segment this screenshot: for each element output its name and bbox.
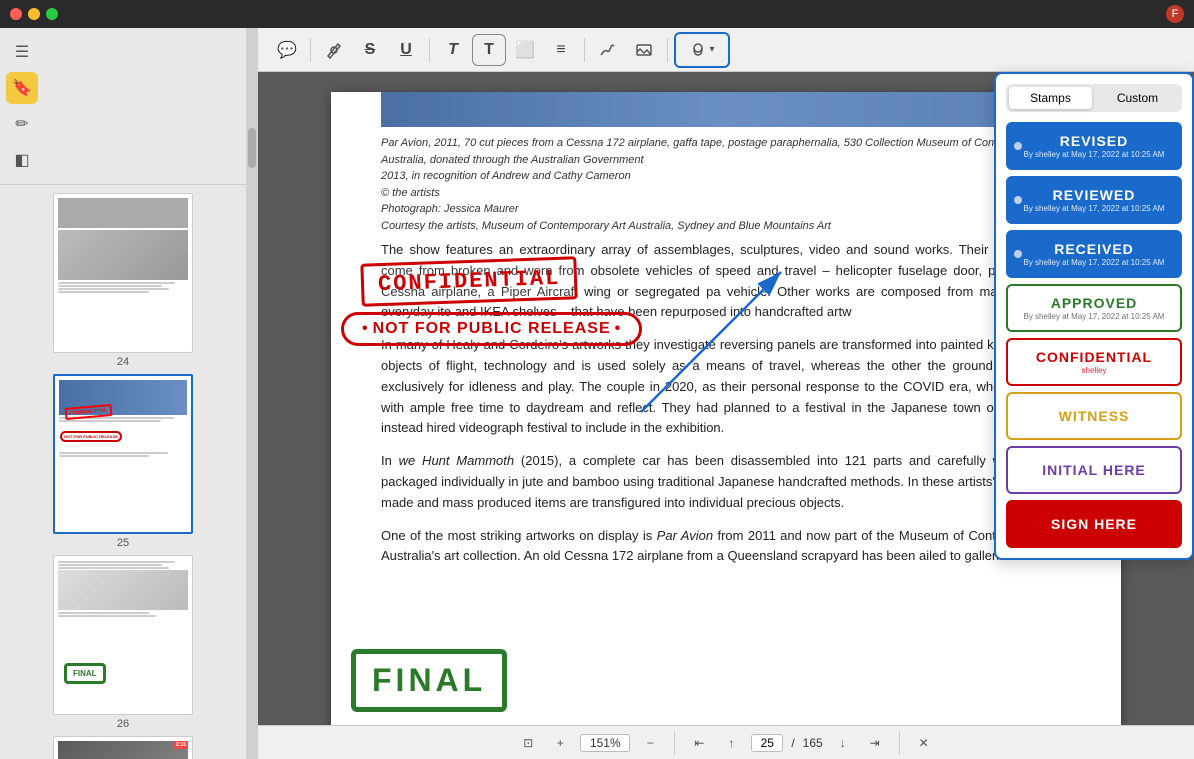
page-thumbnail[interactable]: FINAL — [53, 555, 193, 715]
close-bottom-button[interactable]: ✕ — [912, 731, 936, 755]
text2-button[interactable]: T — [472, 34, 506, 66]
list-item: 2:15 27 — [8, 736, 238, 759]
toolbar-divider — [584, 38, 585, 62]
page-number: 26 — [117, 718, 129, 730]
zoom-out-button[interactable]: − — [638, 731, 662, 755]
stamp-witness-item[interactable]: WITNESS — [1006, 392, 1182, 440]
page-number: 25 — [117, 537, 129, 549]
signature-button[interactable] — [591, 34, 625, 66]
list-item: CONFIDENTIAL NOT FOR PUBLIC RELEASE 25 — [8, 374, 238, 549]
divider — [674, 731, 675, 755]
document-final-stamp: FINAL — [351, 649, 507, 712]
video-badge: 2:15 — [174, 741, 188, 749]
first-page-button[interactable]: ⇤ — [687, 731, 711, 755]
tab-custom[interactable]: Custom — [1096, 87, 1179, 109]
comment-button[interactable]: 💬 — [270, 34, 304, 66]
page-number: 24 — [117, 356, 129, 368]
stamp-sub: shelley — [1082, 366, 1107, 375]
image-button[interactable] — [627, 34, 661, 66]
toolbar-divider — [429, 38, 430, 62]
body-paragraph: In many of Healy and Cordeiro's artworks… — [381, 335, 1071, 439]
prev-page-button[interactable]: ↑ — [719, 731, 743, 755]
stamp-items-list: REVISED By shelley at May 17, 2022 at 10… — [1006, 122, 1182, 548]
stamp-sub: By shelley at May 17, 2022 at 10:25 AM — [1024, 150, 1165, 159]
stamp-dot-icon — [1014, 142, 1022, 150]
stamp-label: RECEIVED — [1054, 241, 1134, 257]
thumbnail-final-stamp: FINAL — [64, 663, 106, 684]
text-button[interactable]: T — [436, 34, 470, 66]
maximize-button[interactable] — [46, 8, 58, 20]
toolbar-divider — [667, 38, 668, 62]
page-thumbnail[interactable]: 2:15 — [53, 736, 193, 759]
main-container: ☰ 🔖 ✏ ◧ 24 — [0, 28, 1194, 759]
stamp-button[interactable]: ▾ — [676, 34, 728, 66]
bookmark-icon[interactable]: 🔖 — [6, 72, 38, 104]
current-page-input[interactable] — [751, 734, 783, 752]
scrollbar-thumb[interactable] — [248, 128, 256, 168]
divider — [899, 731, 900, 755]
sidebar-toggle-icon[interactable]: ☰ — [6, 36, 38, 68]
stamp-label: INITIAL HERE — [1042, 462, 1146, 478]
close-button[interactable] — [10, 8, 22, 20]
stamp-label: CONFIDENTIAL — [1036, 349, 1152, 365]
toolbar: 💬 S U T T ⬜ ≡ — [258, 28, 1194, 72]
total-pages: 165 — [803, 736, 823, 750]
stamp-sign-here-item[interactable]: SIGN HERE — [1006, 500, 1182, 548]
stamp-label: REVIEWED — [1053, 187, 1136, 203]
stamp-panel: Stamps Custom REVISED By shelley at May … — [994, 72, 1194, 560]
stamp-sub: By shelley at May 17, 2022 at 10:25 AM — [1024, 312, 1165, 321]
stamp-received-item[interactable]: RECEIVED By shelley at May 17, 2022 at 1… — [1006, 230, 1182, 278]
body-paragraph: One of the most striking artworks on dis… — [381, 526, 1071, 568]
page-thumbnails: 24 CONFIDENTIAL NOT FOR PUBLIC RELEASE 2… — [0, 185, 246, 759]
body-paragraph: In we Hunt Mammoth (2015), a complete ca… — [381, 451, 1071, 513]
sidebar: ☰ 🔖 ✏ ◧ 24 — [0, 28, 246, 759]
next-page-button[interactable]: ↓ — [831, 731, 855, 755]
toolbar-divider — [310, 38, 311, 62]
document-notforpublic-stamp: NOT FOR PUBLIC RELEASE — [341, 312, 642, 346]
last-page-button[interactable]: ⇥ — [863, 731, 887, 755]
document-confidential-stamp: CONFIDENTIAL — [360, 256, 578, 307]
stamp-label: APPROVED — [1051, 295, 1138, 311]
stamp-sub: By shelley at May 17, 2022 at 10:25 AM — [1024, 258, 1165, 267]
minimize-button[interactable] — [28, 8, 40, 20]
stamp-confidential-item[interactable]: CONFIDENTIAL shelley — [1006, 338, 1182, 386]
draw-button[interactable] — [317, 34, 351, 66]
document-area: 💬 S U T T ⬜ ≡ — [258, 28, 1194, 759]
layers-icon[interactable]: ◧ — [6, 144, 38, 176]
page-thumbnail[interactable] — [53, 193, 193, 353]
stamp-label: WITNESS — [1059, 408, 1130, 424]
tab-stamps[interactable]: Stamps — [1009, 87, 1092, 109]
textbox-button[interactable]: ⬜ — [508, 34, 542, 66]
page-separator: / — [791, 736, 794, 750]
document-caption: Par Avion, 2011, 70 cut pieces from a Ce… — [381, 135, 1071, 234]
stamp-dot-icon — [1014, 196, 1022, 204]
stamp-dot-icon — [1014, 250, 1022, 258]
annotation-icon[interactable]: ✏ — [6, 108, 38, 140]
stamp-label: SIGN HERE — [1051, 516, 1137, 532]
sidebar-scrollbar[interactable] — [246, 28, 258, 759]
bottom-toolbar: ⊡ + 151% − ⇤ ↑ / 165 ↓ ⇥ ✕ — [258, 725, 1194, 759]
traffic-lights — [10, 8, 58, 20]
page-thumbnail-active[interactable]: CONFIDENTIAL NOT FOR PUBLIC RELEASE — [53, 374, 193, 534]
strikethrough-button[interactable]: S — [353, 34, 387, 66]
stamp-revised-item[interactable]: REVISED By shelley at May 17, 2022 at 10… — [1006, 122, 1182, 170]
avatar: F — [1166, 5, 1184, 23]
titlebar: F — [0, 0, 1194, 28]
stamp-reviewed-item[interactable]: REVIEWED By shelley at May 17, 2022 at 1… — [1006, 176, 1182, 224]
zoom-in-button[interactable]: + — [548, 731, 572, 755]
fit-page-button[interactable]: ⊡ — [516, 731, 540, 755]
list-button[interactable]: ≡ — [544, 34, 578, 66]
underline-button[interactable]: U — [389, 34, 423, 66]
list-item: 24 — [8, 193, 238, 368]
zoom-level: 151% — [580, 734, 630, 752]
stamp-approved-item[interactable]: APPROVED By shelley at May 17, 2022 at 1… — [1006, 284, 1182, 332]
stamp-label: REVISED — [1060, 133, 1128, 149]
thumbnail-notforpublic-stamp: NOT FOR PUBLIC RELEASE — [60, 431, 122, 442]
stamp-sub: By shelley at May 17, 2022 at 10:25 AM — [1024, 204, 1165, 213]
document-image — [381, 92, 1071, 127]
stamp-initial-here-item[interactable]: INITIAL HERE — [1006, 446, 1182, 494]
stamp-panel-tabs: Stamps Custom — [1006, 84, 1182, 112]
stamp-button-container: ▾ — [674, 32, 730, 68]
list-item: FINAL 26 — [8, 555, 238, 730]
